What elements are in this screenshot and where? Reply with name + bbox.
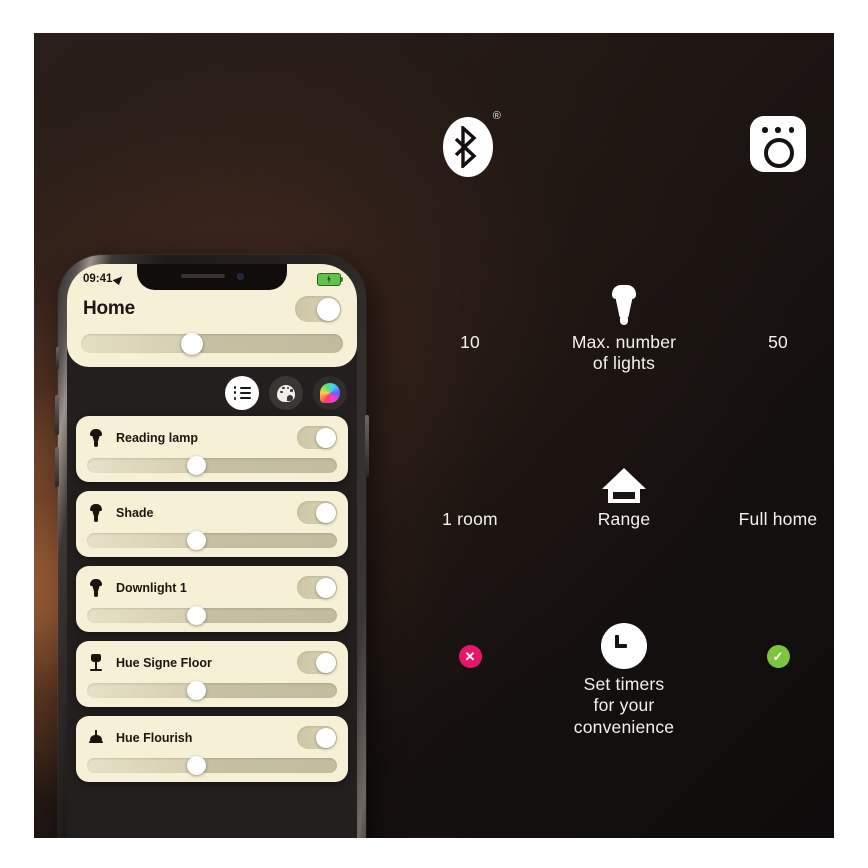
color-droplet-icon: [320, 383, 340, 403]
speaker-grille-icon: [181, 274, 225, 278]
screenshot-root: ® 10 Max. number of lights 50 1 room Ran…: [0, 0, 868, 868]
list-item[interactable]: Hue Flourish: [76, 716, 348, 782]
max-lights-bridge-value: 50: [722, 281, 834, 353]
range-bluetooth-value: 1 room: [414, 458, 526, 530]
mode-button-color[interactable]: [313, 376, 347, 410]
mode-button-scenes[interactable]: [269, 376, 303, 410]
feature-comparison: ® 10 Max. number of lights 50 1 room Ran…: [414, 33, 834, 838]
mode-button-list[interactable]: [225, 376, 259, 410]
light-name: Reading lamp: [116, 430, 198, 445]
light-name: Hue Flourish: [116, 730, 193, 745]
list-item[interactable]: Hue Signe Floor: [76, 641, 348, 707]
light-toggle[interactable]: [297, 426, 337, 449]
trademark-symbol: ®: [492, 110, 501, 122]
spot-light-icon: [87, 503, 105, 523]
phone-screen: Home 09:41 Reading lamp Shade Downlight …: [67, 264, 357, 838]
bluetooth-icon: ®: [443, 111, 501, 177]
home-brightness-slider[interactable]: [81, 332, 343, 355]
timers-line1: Set timers: [583, 674, 665, 694]
light-brightness-slider[interactable]: [87, 756, 337, 775]
timers-bluetooth-value: ✕: [414, 623, 526, 668]
max-lights-line2: of lights: [592, 353, 656, 374]
house-icon-slot: [602, 458, 646, 504]
pendant-light-icon: [87, 728, 105, 748]
timers-center: Set timers for your convenience: [538, 623, 710, 738]
list-item[interactable]: Reading lamp: [76, 416, 348, 482]
max-lights-left-label: 10: [460, 332, 480, 352]
light-brightness-slider[interactable]: [87, 531, 337, 550]
bluetooth-column: ®: [414, 111, 526, 177]
spot-light-icon: [87, 428, 105, 448]
comparison-row-connection: ®: [414, 111, 834, 177]
floor-lamp-icon: [87, 653, 105, 673]
power-button[interactable]: [365, 415, 369, 477]
clock-icon: [601, 623, 647, 669]
unsupported-badge-icon: ✕: [458, 645, 482, 668]
light-brightness-slider[interactable]: [87, 606, 337, 625]
comparison-row-timers: ✕ Set timers for your convenience ✓: [414, 623, 834, 738]
clock-icon-slot: [601, 623, 647, 669]
light-list: Reading lamp Shade Downlight 1 Hue Signe…: [67, 416, 357, 791]
timers-bridge-value: ✓: [722, 623, 834, 668]
comparison-row-range: 1 room Range Full home: [414, 458, 834, 530]
timers-line2: for your: [593, 695, 655, 716]
light-name: Downlight 1: [116, 580, 187, 595]
light-toggle[interactable]: [297, 501, 337, 524]
status-time: 09:41: [83, 273, 113, 285]
front-camera-icon: [237, 273, 244, 280]
bulb-icon: [611, 285, 637, 327]
max-lights-center: Max. number of lights: [538, 281, 710, 375]
light-brightness-slider[interactable]: [87, 456, 337, 475]
list-icon: [233, 386, 251, 400]
list-item[interactable]: Shade: [76, 491, 348, 557]
palette-icon: [277, 384, 295, 402]
home-header-row: Home: [81, 296, 343, 322]
comparison-row-max-lights: 10 Max. number of lights 50: [414, 281, 834, 375]
supported-badge-icon: ✓: [766, 645, 790, 668]
range-right-label: Full home: [738, 509, 818, 529]
hue-bridge-icon: [750, 116, 806, 172]
mode-button-group: [225, 376, 347, 410]
location-arrow-icon: [113, 273, 126, 285]
range-left-label: 1 room: [442, 509, 498, 529]
home-master-toggle[interactable]: [295, 296, 341, 322]
max-lights-right-label: 50: [768, 332, 788, 352]
house-icon: [602, 468, 646, 504]
light-toggle[interactable]: [297, 651, 337, 674]
max-lights-center-label: Max. number of lights: [572, 332, 676, 375]
range-bridge-value: Full home: [722, 458, 834, 530]
range-center: Range: [538, 458, 710, 530]
bluetooth-glyph: [454, 126, 477, 168]
phone-body: Home 09:41 Reading lamp Shade Downlight …: [55, 255, 369, 838]
spot-light-icon: [87, 578, 105, 598]
light-name: Hue Signe Floor: [116, 655, 212, 670]
bulb-icon-slot: [611, 281, 637, 327]
light-toggle[interactable]: [297, 726, 337, 749]
volume-up-button[interactable]: [55, 395, 59, 435]
list-item[interactable]: Downlight 1: [76, 566, 348, 632]
light-brightness-slider[interactable]: [87, 681, 337, 700]
max-lights-line1: Max. number: [571, 332, 677, 352]
comparison-panel: ® 10 Max. number of lights 50 1 room Ran…: [34, 33, 834, 838]
max-lights-bluetooth-value: 10: [414, 281, 526, 353]
light-toggle[interactable]: [297, 576, 337, 599]
status-time-group: 09:41: [83, 273, 126, 285]
page-title: Home: [83, 298, 135, 319]
timers-center-label: Set timers for your convenience: [574, 674, 674, 738]
notch: [137, 264, 287, 290]
timers-line3: convenience: [573, 716, 675, 737]
volume-down-button[interactable]: [55, 447, 59, 487]
range-center-label: Range: [597, 509, 651, 529]
phone-mockup: Home 09:41 Reading lamp Shade Downlight …: [55, 255, 378, 838]
battery-charging-icon: [317, 272, 344, 286]
silent-switch[interactable]: [55, 347, 59, 369]
light-name: Shade: [116, 505, 154, 520]
bridge-column: [722, 116, 834, 172]
